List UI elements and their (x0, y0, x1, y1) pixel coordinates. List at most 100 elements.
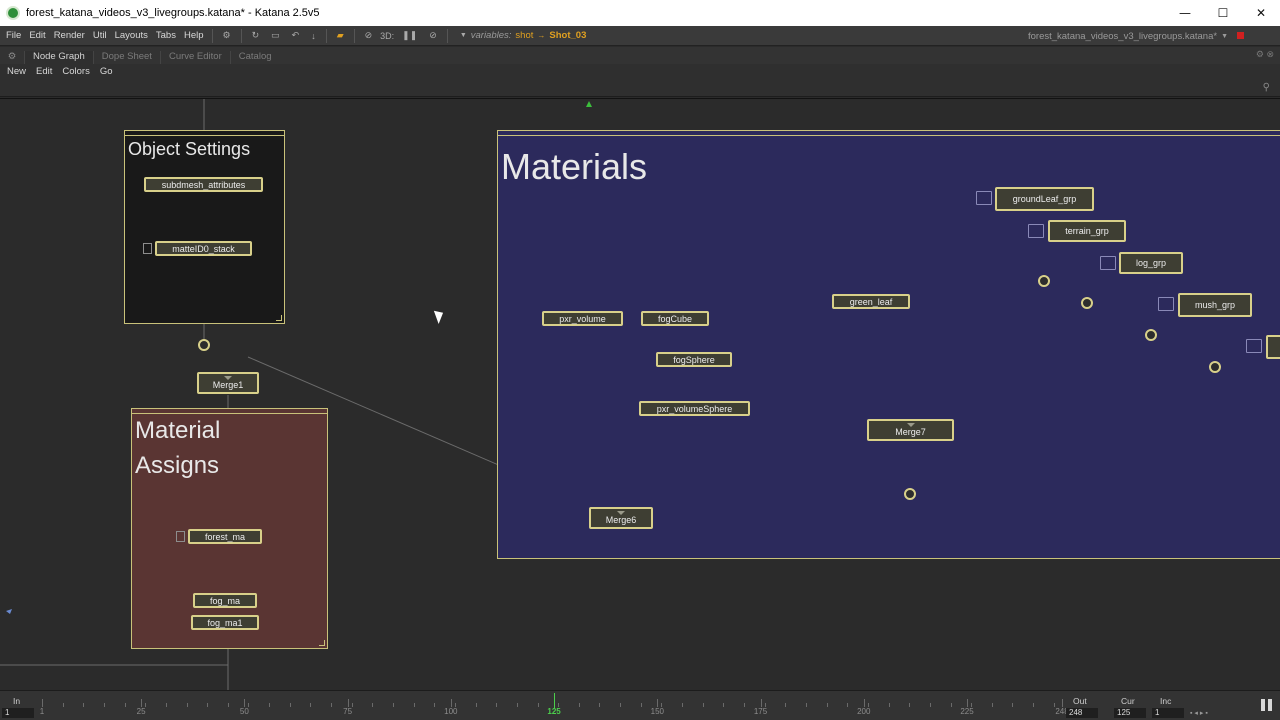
node-fog-ma1[interactable]: fog_ma1 (191, 615, 259, 630)
timeline-frame-label: 150 (650, 707, 664, 716)
dot-node[interactable] (198, 339, 210, 351)
tab-node-graph[interactable]: Node Graph (24, 51, 93, 64)
timeline-minor-tick (310, 703, 312, 707)
node-label: Merge6 (605, 515, 637, 525)
node-merge6[interactable]: Merge6 (589, 507, 653, 529)
undo-render-icon[interactable]: ↶ (286, 30, 306, 41)
menu-new[interactable]: New (2, 66, 31, 77)
timeline-major-tick (863, 699, 865, 707)
timeline-frame-label: 75 (343, 707, 353, 716)
menu-colors[interactable]: Colors (57, 66, 94, 77)
variables-label: variables: (470, 30, 512, 41)
variables-selector[interactable]: ▼ variables: shot → Shot_03 (460, 30, 587, 41)
menu-layouts[interactable]: Layouts (111, 30, 152, 41)
live-render-icon[interactable]: ▰ (331, 30, 350, 41)
menu-edit[interactable]: Edit (25, 30, 49, 41)
timeline-minor-tick (496, 703, 498, 707)
current-frame-field[interactable]: 125 (1114, 708, 1146, 718)
pane-settings-icon[interactable]: ⚙ ⊗ (1256, 49, 1274, 60)
group-folder-icon (1158, 297, 1174, 311)
cancel-3d-icon[interactable]: ⊘ (423, 30, 443, 41)
timeline-minor-tick (929, 703, 931, 707)
node-fog-ma[interactable]: fog_ma (193, 593, 257, 608)
close-button[interactable]: ✕ (1242, 0, 1280, 26)
render-icon[interactable]: ▭ (265, 30, 286, 41)
chevron-down-icon: ▼ (1221, 32, 1228, 40)
project-dropdown[interactable]: forest_katana_videos_v3_livegroups.katan… (1028, 26, 1228, 46)
probe-icon[interactable]: ↓ (305, 31, 322, 41)
pause-button[interactable] (1261, 699, 1272, 711)
node-fogsphere[interactable]: fogSphere (656, 352, 732, 367)
backdrop-header-line (125, 135, 284, 136)
refresh-icon[interactable]: ↻ (246, 30, 266, 41)
node-matteid0-stack[interactable]: matteID0_stack (155, 241, 252, 256)
node-groundleaf-grp[interactable]: groundLeaf_grp (995, 187, 1094, 211)
backdrop-object-settings[interactable]: Object Settings (124, 130, 285, 324)
threed-label: 3D: (380, 30, 395, 41)
dot-node[interactable] (904, 488, 916, 500)
dot-node[interactable] (1081, 297, 1093, 309)
menu-help[interactable]: Help (180, 30, 208, 41)
tab-dope-sheet[interactable]: Dope Sheet (92, 51, 160, 64)
group-folder-icon (976, 191, 992, 205)
maximize-button[interactable]: ☐ (1204, 0, 1242, 26)
katana-app-icon (6, 6, 20, 20)
node-offscreen-grp[interactable] (1266, 335, 1280, 359)
node-fogcube[interactable]: fogCube (641, 311, 709, 326)
timeline-minor-tick (847, 703, 849, 707)
timeline-major-tick (1062, 699, 1063, 707)
node-mush-grp[interactable]: mush_grp (1178, 293, 1252, 317)
node-terrain-grp[interactable]: terrain_grp (1048, 220, 1126, 242)
settings-icon[interactable]: ⚙ (217, 30, 237, 41)
in-frame-field[interactable]: 1 (2, 708, 34, 718)
resize-handle[interactable] (276, 315, 282, 321)
stack-icon (176, 531, 185, 542)
timeline-minor-tick (991, 703, 993, 707)
timeline-minor-tick (537, 703, 539, 707)
timeline-minor-tick (269, 703, 271, 707)
backdrop-materials[interactable]: Materials (497, 130, 1280, 559)
tab-curve-editor[interactable]: Curve Editor (159, 51, 230, 64)
menu-graph-edit[interactable]: Edit (31, 66, 57, 77)
search-icon[interactable]: ⚲ (1263, 82, 1270, 93)
merge-input-icon (617, 511, 625, 515)
timeline-ruler[interactable]: 1 25 50 75 100 125 150 175 200 225 248 (38, 691, 1069, 720)
timeline-minor-tick (640, 703, 642, 707)
node-pxr-volumesphere[interactable]: pxr_volumeSphere (639, 401, 750, 416)
node-merge1[interactable]: Merge1 (197, 372, 259, 394)
node-subdmesh-attributes[interactable]: subdmesh_attributes (144, 177, 263, 192)
pause-3d-icon[interactable]: ❚❚ (396, 30, 423, 41)
playback-controls[interactable]: ▪ ◂ ▸ ▪ (1190, 709, 1208, 717)
menu-file[interactable]: File (2, 30, 25, 41)
timeline-minor-tick (744, 703, 746, 707)
menubar-separator (240, 28, 242, 43)
menu-tabs[interactable]: Tabs (152, 30, 180, 41)
menu-render[interactable]: Render (50, 30, 89, 41)
node-log-grp[interactable]: log_grp (1119, 252, 1183, 274)
timeline-frame-label: 100 (444, 707, 458, 716)
out-frame-field[interactable]: 248 (1066, 708, 1098, 718)
timeline-minor-tick (723, 703, 725, 707)
tab-catalog[interactable]: Catalog (229, 51, 280, 64)
node-green-leaf[interactable]: green_leaf (832, 294, 910, 309)
current-frame-marker[interactable] (554, 693, 556, 708)
increment-field[interactable]: 1 (1152, 708, 1184, 718)
menu-util[interactable]: Util (89, 30, 111, 41)
stop-render-icon[interactable] (1237, 32, 1244, 39)
dot-node[interactable] (1145, 329, 1157, 341)
backdrop-header-line (498, 135, 1280, 136)
resize-handle[interactable] (319, 640, 325, 646)
node-forest-ma[interactable]: forest_ma (188, 529, 262, 544)
minimize-button[interactable]: — (1166, 0, 1204, 26)
node-graph-canvas[interactable]: Object Settings subdmesh_attributes matt… (0, 98, 1280, 690)
pane-options-icon[interactable]: ⚙ (0, 51, 24, 62)
timeline-minor-tick (702, 703, 704, 707)
merge-input-icon (906, 423, 915, 427)
node-pxr-volume[interactable]: pxr_volume (542, 311, 623, 326)
dot-node[interactable] (1038, 275, 1050, 287)
dot-node[interactable] (1209, 361, 1221, 373)
timeline-minor-tick (103, 703, 105, 707)
stop-icon[interactable]: ⊘ (359, 30, 379, 41)
menu-go[interactable]: Go (95, 66, 118, 77)
node-merge7[interactable]: Merge7 (867, 419, 954, 441)
